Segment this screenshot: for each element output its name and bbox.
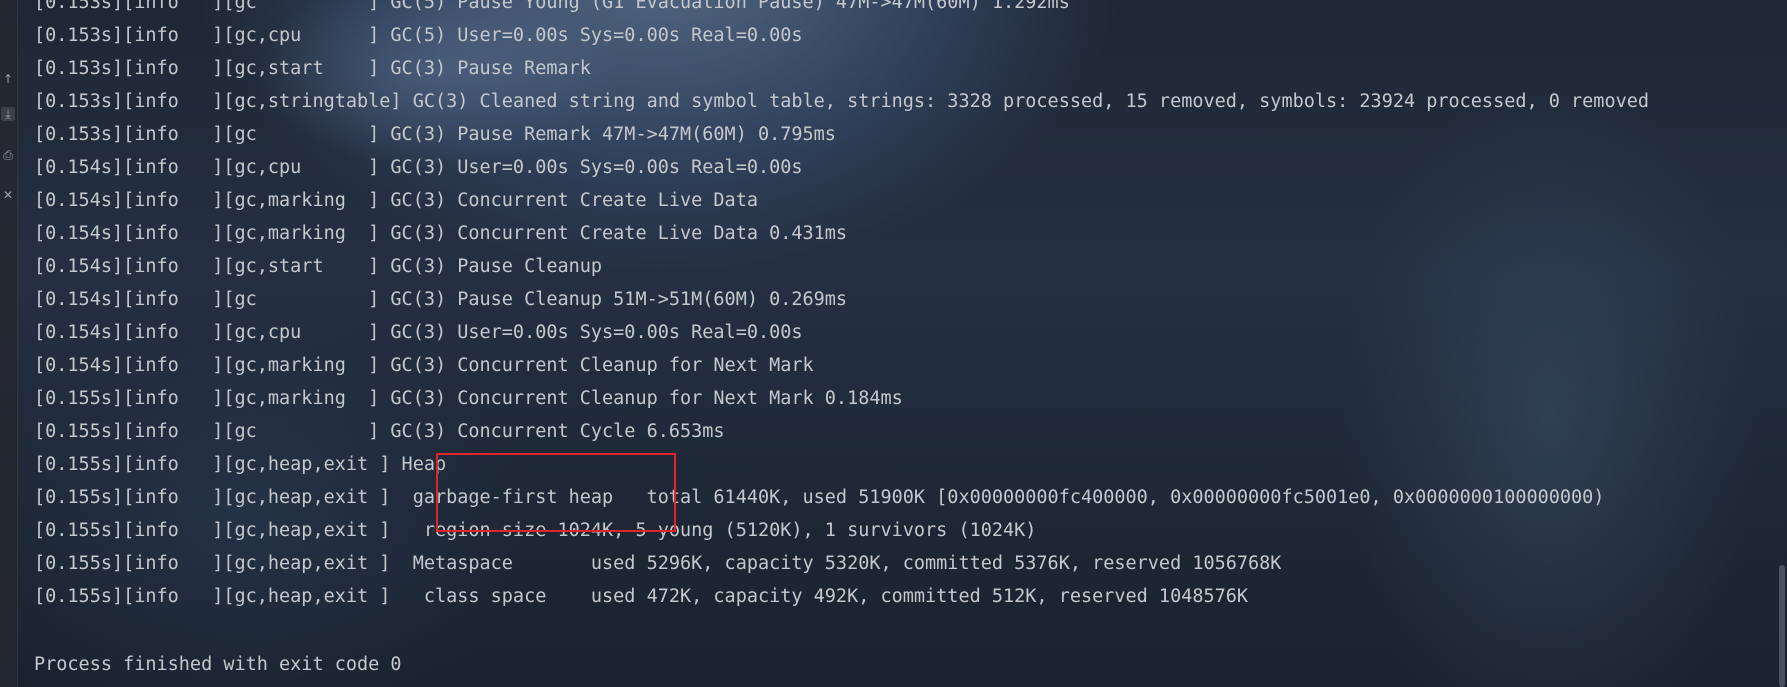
log-line: [0.154s][info ][gc,cpu ] GC(3) User=0.00… [34,322,803,343]
delete-icon[interactable]: ✕ [1,188,15,202]
log-line: [0.155s][info ][gc,marking ] GC(3) Concu… [34,388,903,409]
log-line: [0.153s][info ][gc ] GC(3) Pause Remark … [34,124,836,145]
log-line: [0.153s][info ][gc,start ] GC(3) Pause R… [34,58,591,79]
scroll-up-icon[interactable]: ↑ [1,72,15,86]
log-line: [0.155s][info ][gc,heap,exit ] class spa… [34,586,1249,607]
log-line: [0.153s][info ][gc,cpu ] GC(5) User=0.00… [34,25,803,46]
run-console: ↑ ⤓ ⎙ ✕ [0.153s][info ][gc ] GC(5) Pause… [0,0,1787,687]
process-finished-message: Process finished with exit code 0 [34,654,402,675]
log-line: [0.154s][info ][gc,marking ] GC(3) Concu… [34,190,758,211]
log-line: [0.155s][info ][gc,heap,exit ] garbage-f… [34,487,1605,508]
log-line: [0.155s][info ][gc ] GC(3) Concurrent Cy… [34,421,725,442]
log-line: [0.155s][info ][gc,heap,exit ] region si… [34,520,1037,541]
print-icon[interactable]: ⎙ [1,148,15,162]
log-line: [0.154s][info ][gc ] GC(3) Pause Cleanup… [34,289,848,310]
log-line: [0.153s][info ][gc ] GC(5) Pause Young (… [34,0,1070,13]
console-toolbar: ↑ ⤓ ⎙ ✕ [0,0,18,687]
log-line: [0.154s][info ][gc,cpu ] GC(3) User=0.00… [34,157,803,178]
scrollbar-thumb[interactable] [1779,565,1785,687]
log-line: [0.154s][info ][gc,marking ] GC(3) Concu… [34,355,814,376]
log-line: [0.153s][info ][gc,stringtable] GC(3) Cl… [34,91,1650,112]
log-line: [0.154s][info ][gc,marking ] GC(3) Concu… [34,223,848,244]
vertical-scrollbar[interactable] [1777,0,1787,687]
log-line: [0.154s][info ][gc,start ] GC(3) Pause C… [34,256,603,277]
console-output[interactable]: [0.153s][info ][gc ] GC(5) Pause Young (… [34,0,1649,613]
scroll-to-end-icon[interactable]: ⤓ [1,107,15,121]
annotation-highlight-box [436,453,676,532]
log-line: [0.155s][info ][gc,heap,exit ] Heap [34,454,447,475]
log-line: [0.155s][info ][gc,heap,exit ] Metaspace… [34,553,1282,574]
